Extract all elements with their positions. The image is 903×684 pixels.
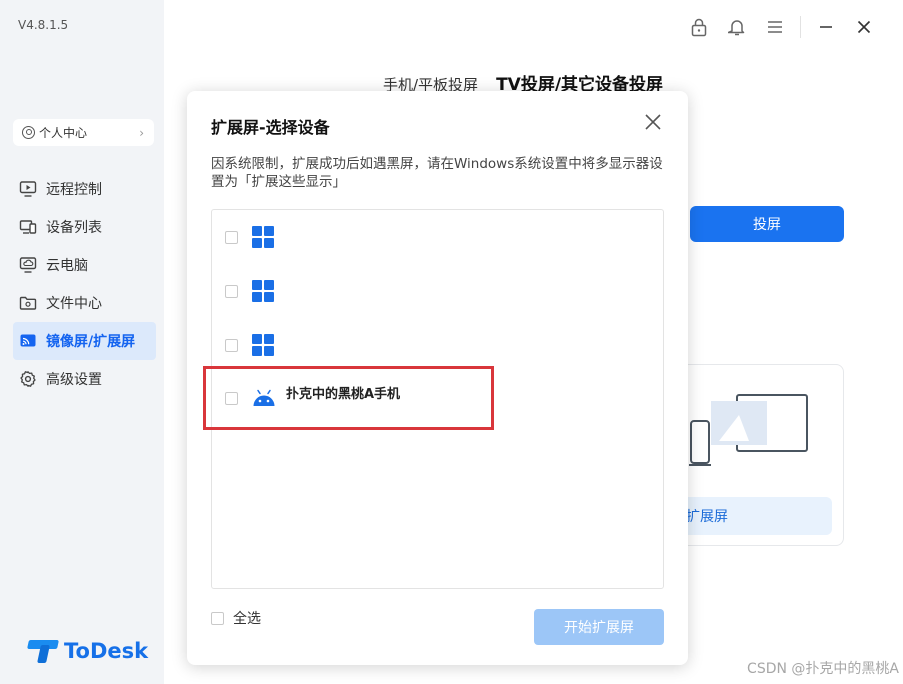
select-all[interactable]: 全选: [211, 608, 261, 628]
highlight-annotation: [203, 366, 494, 430]
windows-icon: [252, 226, 274, 248]
device-row[interactable]: [225, 279, 284, 303]
dialog-description: 因系统限制，扩展成功后如遇黑屏，请在Windows系统设置中将多显示器设置为「扩…: [211, 156, 663, 190]
dialog-overlay: 扩展屏-选择设备 因系统限制，扩展成功后如遇黑屏，请在Windows系统设置中将…: [0, 0, 903, 684]
windows-icon: [252, 280, 274, 302]
device-row[interactable]: [225, 225, 284, 249]
windows-icon: [252, 334, 274, 356]
select-device-dialog: 扩展屏-选择设备 因系统限制，扩展成功后如遇黑屏，请在Windows系统设置中将…: [187, 91, 688, 665]
close-icon: [645, 114, 661, 130]
device-row[interactable]: [225, 333, 284, 357]
device-checkbox[interactable]: [225, 284, 238, 298]
dialog-close-button[interactable]: [644, 113, 662, 131]
select-all-checkbox[interactable]: [211, 611, 224, 625]
device-checkbox[interactable]: [225, 338, 238, 352]
watermark: CSDN @扑克中的黑桃A: [747, 661, 899, 677]
start-extend-button[interactable]: 开始扩展屏: [534, 609, 664, 645]
device-checkbox[interactable]: [225, 230, 238, 244]
dialog-title: 扩展屏-选择设备: [211, 118, 330, 137]
select-all-label: 全选: [233, 611, 261, 627]
